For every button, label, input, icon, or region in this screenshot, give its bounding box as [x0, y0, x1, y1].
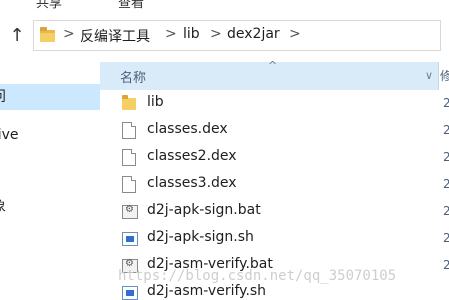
- nav-item-label: rive: [0, 127, 19, 143]
- document-icon: [122, 149, 136, 166]
- file-name: lib: [147, 94, 164, 110]
- file-name: classes.dex: [147, 121, 228, 137]
- breadcrumb-item-lib[interactable]: lib: [183, 26, 200, 42]
- list-item[interactable]: classes2.dex 2: [100, 144, 449, 171]
- nav-item-drive[interactable]: rive: [0, 122, 100, 148]
- file-name: d2j-apk-sign.bat: [147, 202, 261, 218]
- address-bar[interactable]: > 反编译工具 > lib > dex2jar >: [33, 20, 441, 51]
- file-date-truncated: 2: [443, 150, 449, 164]
- batch-file-icon: [122, 204, 138, 219]
- file-date-truncated: 2: [443, 123, 449, 137]
- file-list: ^ 名称 ∨ 修 lib 2 classes.dex 2 classes2.de…: [100, 56, 449, 300]
- file-name: classes3.dex: [147, 175, 237, 191]
- breadcrumb-separator[interactable]: >: [165, 26, 177, 42]
- breadcrumb-separator[interactable]: >: [63, 26, 75, 42]
- list-item[interactable]: lib 2: [100, 90, 449, 117]
- column-header-modified[interactable]: 修: [440, 62, 449, 90]
- shell-script-icon: [122, 232, 138, 246]
- up-arrow-icon: ↑: [9, 25, 25, 46]
- list-item[interactable]: classes3.dex 2: [100, 171, 449, 198]
- breadcrumb-separator[interactable]: >: [210, 26, 222, 42]
- sort-ascending-icon: ^: [268, 59, 278, 72]
- file-date-truncated: 2: [443, 258, 449, 272]
- file-name: d2j-apk-sign.sh: [147, 229, 254, 245]
- column-header-label: 名称: [120, 71, 147, 86]
- list-item[interactable]: classes.dex 2: [100, 117, 449, 144]
- file-date-truncated: 2: [443, 177, 449, 191]
- ribbon-tab-strip: 共享 查看: [0, 0, 449, 14]
- file-name: classes2.dex: [147, 148, 237, 164]
- list-item[interactable]: d2j-apk-sign.bat 2: [100, 198, 449, 225]
- document-icon: [122, 176, 136, 193]
- nav-item-label: 象: [0, 194, 6, 220]
- up-arrow-button[interactable]: ↑: [6, 24, 28, 48]
- folder-icon: [122, 95, 136, 110]
- navigation-pane: 问 rive 象: [0, 56, 100, 300]
- folder-icon: [40, 27, 55, 42]
- file-date-truncated: 2: [443, 96, 449, 110]
- file-date-truncated: 2: [443, 231, 449, 245]
- watermark: https://blog.csdn.net/qq_35070105: [118, 268, 397, 284]
- nav-item-selected[interactable]: 问: [0, 84, 100, 110]
- file-date-truncated: 2: [443, 204, 449, 218]
- list-item[interactable]: d2j-apk-sign.sh 2: [100, 225, 449, 252]
- file-name: d2j-asm-verify.sh: [147, 283, 267, 299]
- shell-script-icon: [122, 286, 138, 300]
- nav-item-label: 问: [0, 84, 6, 110]
- column-header-name[interactable]: ^ 名称 ∨: [100, 59, 439, 90]
- document-icon: [122, 122, 136, 139]
- ribbon-tab-view[interactable]: 查看: [118, 0, 144, 11]
- breadcrumb-item-decompile-tools[interactable]: 反编译工具: [80, 26, 150, 46]
- ribbon-tab-share[interactable]: 共享: [36, 0, 62, 11]
- address-row: ↑ > 反编译工具 > lib > dex2jar >: [0, 14, 449, 56]
- column-dropdown-icon[interactable]: ∨: [425, 69, 433, 82]
- breadcrumb-item-dex2jar[interactable]: dex2jar: [227, 26, 280, 42]
- nav-item-objects[interactable]: 象: [0, 194, 100, 220]
- breadcrumb-separator[interactable]: >: [289, 26, 301, 42]
